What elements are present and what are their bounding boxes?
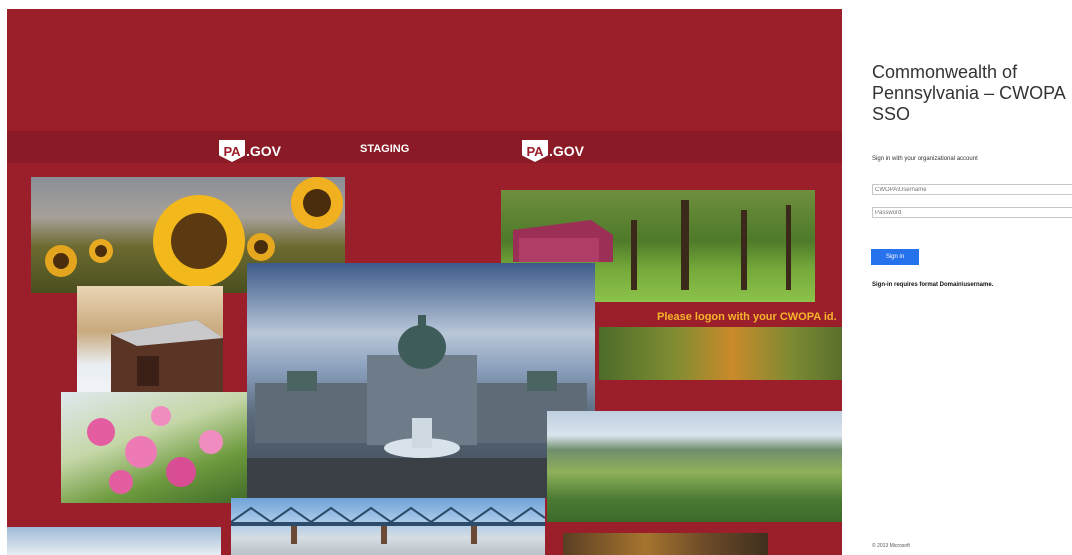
header-band <box>7 131 842 163</box>
keystone-icon: PA <box>522 140 548 162</box>
cwopa-banner: Please logon with your CWOPA id. <box>657 311 837 323</box>
page-title: Commonwealth of Pennsylvania – CWOPA SSO <box>872 62 1065 124</box>
river-bridge-photo <box>231 498 545 555</box>
username-input[interactable] <box>872 184 1072 195</box>
signin-prompt: Sign in with your organizational account <box>872 156 978 162</box>
farmland-photo <box>547 411 842 522</box>
signin-button[interactable]: Sign in <box>871 249 919 265</box>
password-input[interactable] <box>872 207 1072 218</box>
blossom-photo <box>61 392 247 503</box>
format-note: Sign-in requires format Domain\username. <box>872 282 994 288</box>
pa-gov-logo-right: PA .GOV <box>522 140 584 162</box>
keystone-icon: PA <box>219 140 245 162</box>
staging-label: STAGING <box>360 143 410 155</box>
barn-photo <box>77 286 223 399</box>
winter-trees-photo <box>7 527 221 555</box>
signin-panel: Commonwealth of Pennsylvania – CWOPA SSO… <box>842 0 1072 555</box>
autumn-trees-photo <box>599 327 842 380</box>
pa-gov-logo-left: PA .GOV <box>219 140 281 162</box>
copyright: © 2013 Microsoft <box>872 543 910 549</box>
background-collage: PA .GOV STAGING PA .GOV Please logon wit… <box>7 9 842 555</box>
capitol-photo <box>247 263 595 498</box>
leaves-photo <box>563 533 768 555</box>
